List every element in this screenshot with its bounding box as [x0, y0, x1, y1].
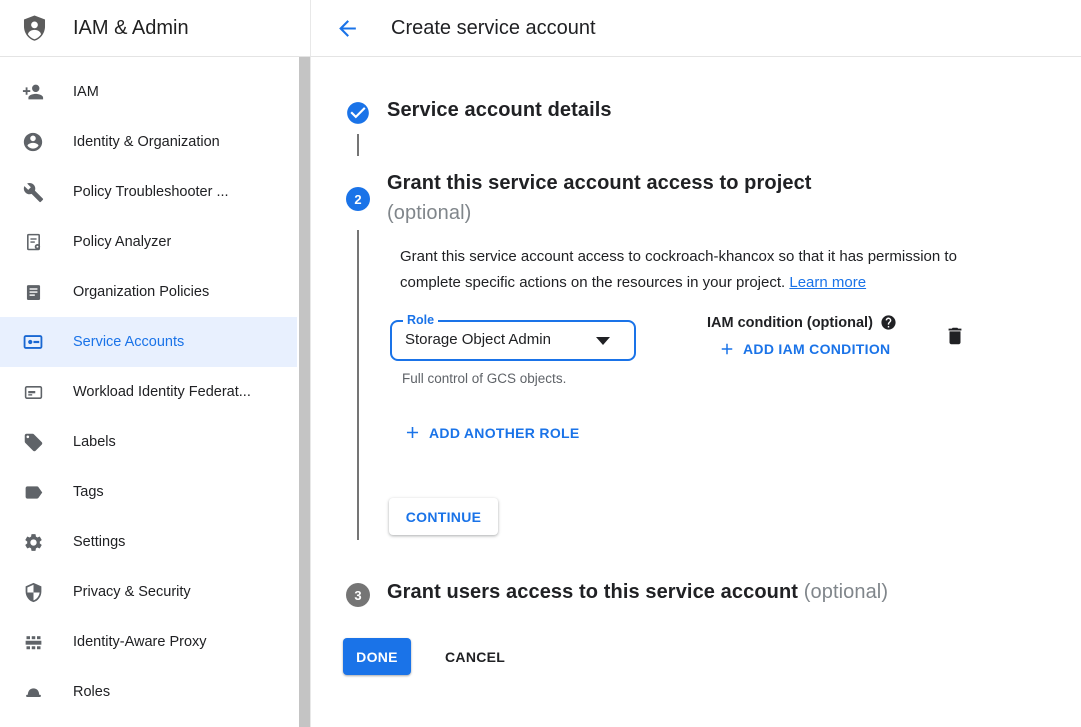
price-tag-icon [21, 430, 45, 454]
gear-icon [21, 530, 45, 554]
cancel-button[interactable]: CANCEL [445, 638, 505, 675]
service-account-icon [21, 330, 45, 354]
sidebar-item-identity-organization[interactable]: Identity & Organization [0, 117, 297, 167]
sidebar-item-policy-troubleshooter[interactable]: Policy Troubleshooter ... [0, 167, 297, 217]
sidebar-item-policy-analyzer[interactable]: Policy Analyzer [0, 217, 297, 267]
step2-description: Grant this service account access to coc… [400, 244, 982, 295]
step1-completed-check-icon [345, 100, 371, 131]
step2-title: Grant this service account access to pro… [387, 168, 887, 228]
step3-title: Grant users access to this service accou… [387, 581, 888, 604]
sidebar-item-tags[interactable]: Tags [0, 467, 297, 517]
iam-admin-shield-icon [20, 12, 49, 45]
shield-icon [21, 580, 45, 604]
dropdown-caret-icon [596, 337, 610, 345]
done-button[interactable]: DONE [343, 638, 411, 675]
policy-analyzer-icon [21, 230, 45, 254]
document-icon [21, 280, 45, 304]
sidebar: IAM Identity & Organization Policy Troub… [0, 57, 311, 727]
step2-number-badge: 2 [346, 187, 370, 211]
continue-button[interactable]: CONTINUE [389, 498, 498, 535]
sidebar-item-privacy-security[interactable]: Privacy & Security [0, 567, 297, 617]
header: IAM & Admin Create service account [0, 0, 1081, 57]
delete-role-trash-icon[interactable] [944, 325, 966, 347]
sidebar-item-labels[interactable]: Labels [0, 417, 297, 467]
person-add-icon [21, 80, 45, 104]
app-title: IAM & Admin [73, 17, 189, 40]
wrench-icon [21, 180, 45, 204]
iam-condition-label: IAM condition (optional) [707, 315, 873, 331]
stepper-connector-line [357, 230, 359, 540]
iam-condition-header: IAM condition (optional) [707, 314, 897, 331]
help-icon[interactable] [880, 314, 897, 331]
add-iam-condition-button[interactable]: ADD IAM CONDITION [718, 340, 890, 358]
back-arrow-button[interactable] [334, 15, 360, 41]
step2-optional-suffix: (optional) [387, 202, 471, 224]
sidebar-item-identity-aware-proxy[interactable]: Identity-Aware Proxy [0, 617, 297, 667]
step3-number-badge: 3 [346, 583, 370, 607]
add-another-role-button[interactable]: ADD ANOTHER ROLE [403, 423, 580, 442]
sidebar-item-settings[interactable]: Settings [0, 517, 297, 567]
tag-icon [21, 480, 45, 504]
sidebar-item-service-accounts[interactable]: Service Accounts [0, 317, 297, 367]
proxy-grid-icon [21, 630, 45, 654]
role-dropdown[interactable]: Role Storage Object Admin [390, 320, 636, 361]
account-circle-icon [21, 130, 45, 154]
sidebar-item-roles[interactable]: Roles [0, 667, 297, 717]
hat-icon [21, 680, 45, 704]
role-helper-text: Full control of GCS objects. [402, 371, 566, 386]
plus-icon [403, 423, 422, 442]
gcp-console-window: IAM & Admin Create service account IAM I… [0, 0, 1081, 727]
id-card-icon [21, 380, 45, 404]
create-service-account-form: Service account details 2 Grant this ser… [312, 57, 1081, 727]
plus-icon [718, 340, 736, 358]
sidebar-item-workload-identity-federation[interactable]: Workload Identity Federat... [0, 367, 297, 417]
sidebar-scrollbar-thumb[interactable] [299, 57, 310, 727]
role-field-label: Role [403, 313, 438, 327]
stepper-connector-line [357, 134, 359, 156]
header-main: Create service account [311, 0, 1081, 56]
step1-title: Service account details [387, 99, 612, 122]
header-left: IAM & Admin [0, 0, 311, 56]
learn-more-link[interactable]: Learn more [789, 274, 866, 291]
sidebar-item-iam[interactable]: IAM [0, 67, 297, 117]
step3-optional-suffix: (optional) [804, 581, 888, 603]
page-title: Create service account [391, 17, 596, 40]
sidebar-item-organization-policies[interactable]: Organization Policies [0, 267, 297, 317]
